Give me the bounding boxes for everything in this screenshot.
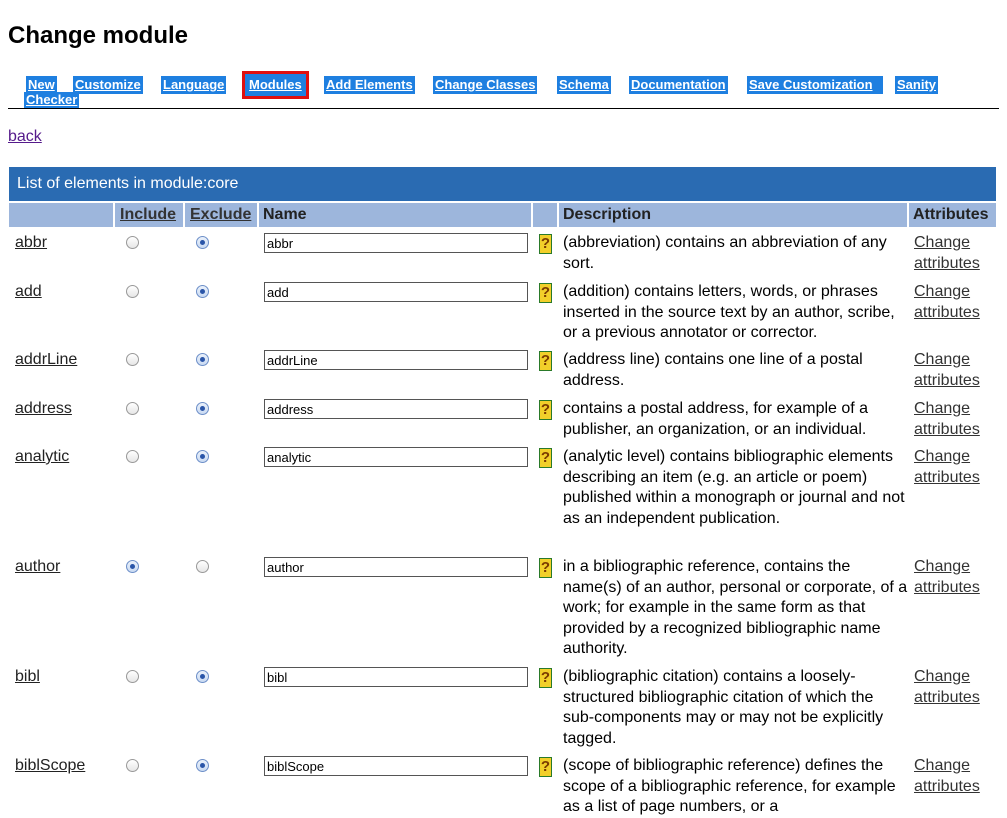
exclude-radio[interactable] [196,759,209,772]
tab-schema[interactable]: Schema [557,76,611,94]
element-description: contains a postal address, for example o… [563,400,869,438]
change-attributes-link[interactable]: Change attributes [914,557,999,598]
header-exclude[interactable]: Exclude [185,203,257,227]
change-attributes-label[interactable]: Change [914,558,970,575]
change-attributes-label-2[interactable]: attributes [914,778,980,795]
tab-modules[interactable]: Modules [242,71,309,99]
element-link[interactable]: addrLine [15,350,77,370]
table-header-row: Include Exclude Name Description Attribu… [9,203,996,227]
change-attributes-label[interactable]: Change [914,668,970,685]
element-description: (address line) contains one line of a po… [563,351,863,389]
tab-customize[interactable]: Customize [73,76,143,94]
exclude-radio[interactable] [196,353,209,366]
page-title: Change module [8,22,189,49]
change-attributes-label-2[interactable]: attributes [914,421,980,438]
element-name-input[interactable] [264,756,528,776]
include-radio[interactable] [126,670,139,683]
include-radio[interactable] [126,402,139,415]
exclude-radio[interactable] [196,402,209,415]
element-name-input[interactable] [264,350,528,370]
tab-save-customization[interactable]: Save Customization [747,76,883,94]
element-description: (bibliographic citation) contains a loos… [563,668,884,747]
table-caption: List of elements in module:core [9,167,996,201]
header-element-col [9,203,113,227]
help-icon[interactable]: ? [539,558,552,578]
exclude-radio[interactable] [196,560,209,573]
change-attributes-label[interactable]: Change [914,351,970,368]
back-link[interactable]: back [8,128,42,146]
element-name-input[interactable] [264,447,528,467]
help-icon[interactable]: ? [539,448,552,468]
exclude-radio[interactable] [196,450,209,463]
nav-tabs: New Customize Language Modules Add Eleme… [0,71,1007,110]
change-attributes-link[interactable]: Change attributes [914,756,999,797]
header-help-col [533,203,557,227]
element-name-input[interactable] [264,233,528,253]
tab-add-elements[interactable]: Add Elements [324,76,415,94]
help-icon[interactable]: ? [539,283,552,303]
change-attributes-link[interactable]: Change attributes [914,399,999,440]
element-link[interactable]: analytic [15,447,69,467]
exclude-radio[interactable] [196,285,209,298]
include-radio[interactable] [126,450,139,463]
include-radio[interactable] [126,236,139,249]
element-link[interactable]: bibl [15,667,40,687]
change-attributes-label[interactable]: Change [914,448,970,465]
change-attributes-link[interactable]: Change attributes [914,447,999,488]
element-description: (abbreviation) contains an abbreviation … [563,234,887,272]
change-attributes-link[interactable]: Change attributes [914,282,999,323]
help-icon[interactable]: ? [539,668,552,688]
element-link[interactable]: address [15,399,72,419]
element-description: (scope of bibliographic reference) defin… [563,757,896,815]
tab-change-classes[interactable]: Change Classes [433,76,538,94]
nav-divider [8,108,999,109]
change-attributes-label-2[interactable]: attributes [914,469,980,486]
help-icon[interactable]: ? [539,234,552,254]
change-attributes-link[interactable]: Change attributes [914,667,999,708]
element-description: (addition) contains letters, words, or p… [563,283,895,341]
header-include[interactable]: Include [115,203,183,227]
change-attributes-link[interactable]: Change attributes [914,350,999,391]
header-name: Name [259,203,531,227]
change-attributes-label[interactable]: Change [914,400,970,417]
element-description: in a bibliographic reference, contains t… [563,558,908,657]
change-attributes-label-2[interactable]: attributes [914,304,980,321]
change-attributes-label[interactable]: Change [914,234,970,251]
help-icon[interactable]: ? [539,757,552,777]
element-link[interactable]: add [15,282,42,302]
change-attributes-label-2[interactable]: attributes [914,579,980,596]
element-name-input[interactable] [264,282,528,302]
exclude-radio[interactable] [196,670,209,683]
element-name-input[interactable] [264,399,528,419]
include-radio[interactable] [126,560,139,573]
include-radio[interactable] [126,285,139,298]
change-attributes-label-2[interactable]: attributes [914,689,980,706]
help-icon[interactable]: ? [539,351,552,371]
header-description: Description [559,203,907,227]
help-icon[interactable]: ? [539,400,552,420]
element-link[interactable]: biblScope [15,756,85,776]
exclude-radio[interactable] [196,236,209,249]
change-attributes-label-2[interactable]: attributes [914,255,980,272]
tab-language[interactable]: Language [161,76,227,94]
change-attributes-label-2[interactable]: attributes [914,372,980,389]
change-attributes-label[interactable]: Change [914,283,970,300]
tab-sanity-checker[interactable]: Sanity [895,76,939,94]
element-link[interactable]: abbr [15,233,47,253]
change-attributes-label[interactable]: Change [914,757,970,774]
header-attributes: Attributes [909,203,996,227]
element-name-input[interactable] [264,667,528,687]
element-description: (analytic level) contains bibliographic … [563,448,905,527]
element-name-input[interactable] [264,557,528,577]
tab-documentation[interactable]: Documentation [629,76,728,94]
change-attributes-link[interactable]: Change attributes [914,233,999,274]
include-radio[interactable] [126,759,139,772]
element-link[interactable]: author [15,557,60,577]
tab-sanity-checker-wrap[interactable]: Checker [24,92,80,108]
include-radio[interactable] [126,353,139,366]
